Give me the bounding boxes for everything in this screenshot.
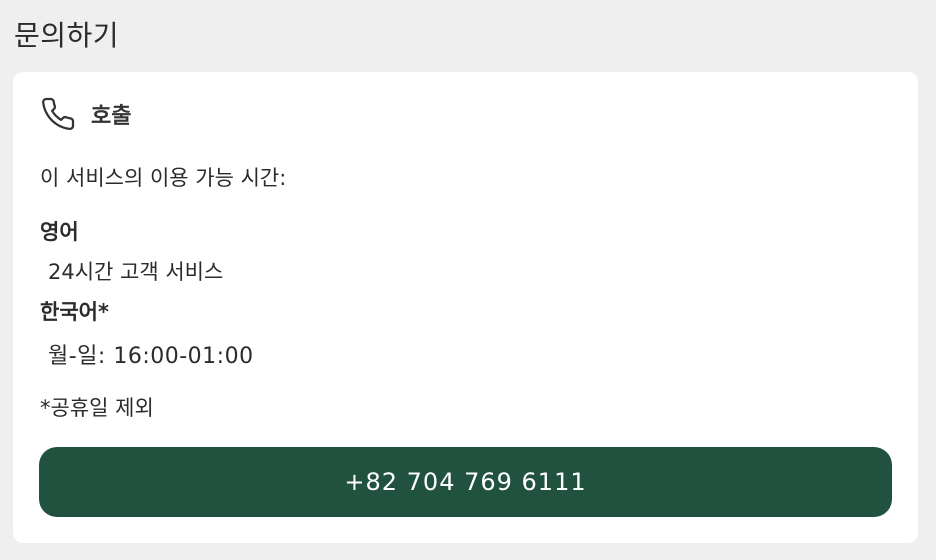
- call-phone-button[interactable]: +82 704 769 6111: [39, 447, 892, 517]
- page-title: 문의하기: [14, 19, 120, 52]
- language-english-label: 영어: [40, 220, 79, 244]
- phone-icon: [40, 96, 76, 132]
- language-korean-label: 한국어*: [40, 300, 109, 324]
- availability-intro: 이 서비스의 이용 가능 시간:: [40, 166, 287, 190]
- language-english-hours: 24시간 고객 서비스: [48, 260, 224, 284]
- card-header: 호출: [40, 96, 131, 132]
- card-title: 호출: [91, 104, 132, 129]
- language-korean-hours: 월-일: 16:00-01:00: [48, 344, 254, 369]
- holiday-note: *공휴일 제외: [40, 396, 154, 420]
- call-card: 호출 이 서비스의 이용 가능 시간: 영어 24시간 고객 서비스 한국어* …: [13, 72, 918, 543]
